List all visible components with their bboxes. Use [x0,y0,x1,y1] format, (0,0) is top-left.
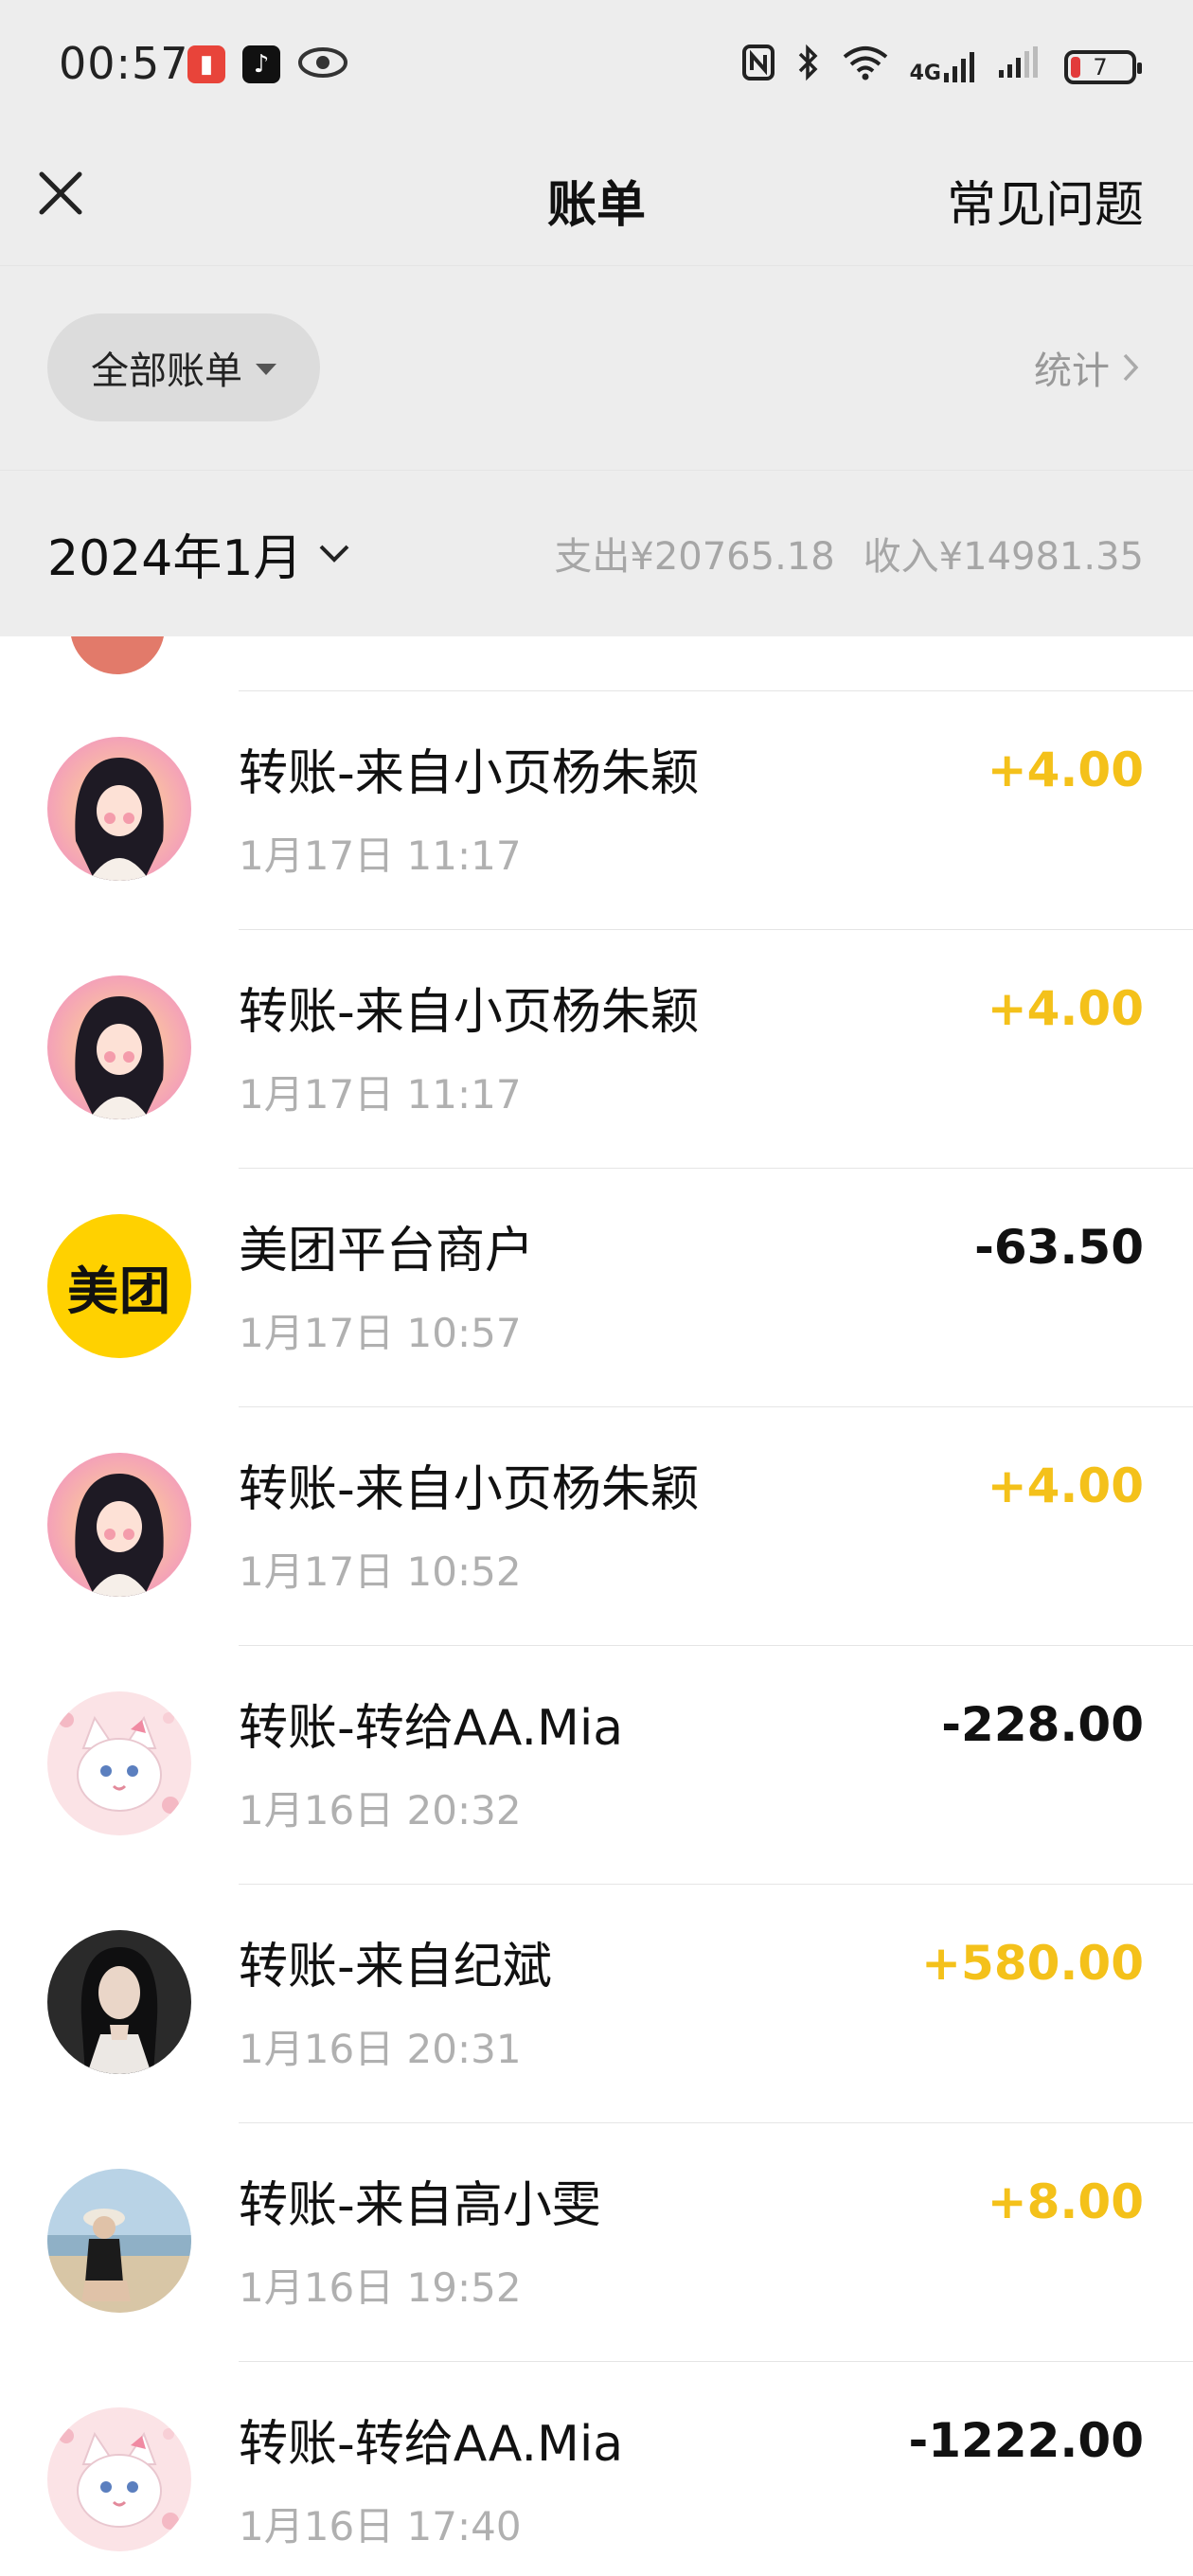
transaction-row[interactable]: 转账-转给AA.Mia 1月16日 20:32 -228.00 [0,1646,1193,1885]
transaction-title: 转账-转给AA.Mia [239,2416,624,2473]
transaction-time: 1月17日 10:52 [239,1548,522,1595]
filter-bar: 全部账单 统计 [0,265,1193,471]
notification-app-icon: ▮ [187,45,225,83]
transaction-row[interactable]: 转账-来自高小雯 1月16日 19:52 +8.00 [0,2123,1193,2362]
stats-label: 统计 [1034,349,1110,393]
transaction-amount: +4.00 [987,1458,1144,1513]
status-right-icons: 4G 7 [741,44,1142,90]
transaction-time: 1月16日 20:31 [239,2026,522,2072]
girl-illustration-avatar [47,737,191,881]
white-cat-avatar [47,1691,191,1835]
expense-total: 支出¥20765.18 [554,535,835,579]
transaction-amount: -228.00 [941,1697,1144,1752]
caret-down-icon [256,364,276,375]
transaction-title: 转账-转给AA.Mia [239,1700,624,1757]
bluetooth-icon [796,44,821,90]
month-picker[interactable]: 2024年1月 [47,518,351,589]
avatar [70,636,165,674]
beach-photo-avatar [47,2169,191,2313]
transaction-row[interactable]: 转账-来自纪斌 1月16日 20:31 +580.00 [0,1885,1193,2123]
transaction-row[interactable]: 转账-来自小页杨朱颖 1月17日 11:17 +4.00 [0,930,1193,1169]
transaction-amount: +4.00 [987,981,1144,1036]
transaction-row[interactable]: 转账-来自小页杨朱颖 1月17日 11:17 +4.00 [0,691,1193,930]
month-header: 2024年1月 支出¥20765.18 收入¥14981.35 [0,470,1193,637]
bill-type-label: 全部账单 [91,349,242,393]
bill-type-dropdown[interactable]: 全部账单 [47,313,320,421]
status-left-icons: ▮ ♪ [187,45,348,83]
transaction-amount: +8.00 [987,2174,1144,2229]
tiktok-icon: ♪ [242,45,280,83]
transaction-time: 1月16日 17:40 [239,2503,522,2549]
signal-2-icon [998,45,1043,88]
transaction-time: 1月16日 20:32 [239,1787,522,1834]
network-label: 4G [909,61,941,85]
transaction-title: 美团平台商户 [239,1223,535,1279]
chevron-down-icon [320,545,349,563]
eye-icon [297,46,348,82]
faq-button[interactable]: 常见问题 [947,165,1144,236]
status-bar: 00:57 ▮ ♪ 4G 7 [0,0,1193,133]
transaction-time: 1月16日 19:52 [239,2264,522,2311]
transaction-row[interactable]: 美团 美团平台商户 1月17日 10:57 -63.50 [0,1169,1193,1407]
transaction-time: 1月17日 10:57 [239,1310,522,1356]
chevron-right-icon [1123,353,1139,382]
transaction-title: 转账-来自高小雯 [239,2177,601,2234]
income-total: 收入¥14981.35 [863,535,1144,579]
battery-level: 7 [1093,53,1108,80]
transaction-list[interactable]: 转账-来自小页杨朱颖 1月17日 11:17 +4.00 转账-来自小页杨朱颖 … [0,636,1193,2576]
transaction-amount: -63.50 [974,1220,1144,1275]
battery-icon: 7 [1064,49,1142,84]
transaction-title: 转账-来自小页杨朱颖 [239,984,700,1041]
girl-illustration-avatar [47,975,191,1119]
stats-link[interactable]: 统计 [1034,340,1140,395]
transaction-amount: +580.00 [921,1936,1144,1991]
meituan-logo: 美团 [47,1214,191,1358]
transaction-amount: -1222.00 [908,2413,1145,2468]
girl-illustration-avatar [47,1453,191,1597]
transaction-row[interactable]: 转账-转给AA.Mia 1月16日 17:40 -1222.00 [0,2362,1193,2576]
nav-bar: 账单 常见问题 [0,133,1193,265]
list-item-partial [0,636,1193,691]
transaction-row[interactable]: 转账-来自小页杨朱颖 1月17日 10:52 +4.00 [0,1407,1193,1646]
nfc-icon [741,44,775,90]
month-summary: 支出¥20765.18 收入¥14981.35 [554,526,1144,581]
transaction-time: 1月17日 11:17 [239,1071,522,1118]
transaction-title: 转账-来自纪斌 [239,1939,552,1995]
white-cat-avatar [47,2407,191,2551]
portrait-photo-avatar [47,1930,191,2074]
transaction-title: 转账-来自小页杨朱颖 [239,1461,700,1518]
transaction-time: 1月17日 11:17 [239,832,522,879]
month-label: 2024年1月 [47,530,303,587]
cellular-signal-icon: 4G [910,50,977,84]
wifi-icon [842,45,889,89]
transaction-title: 转账-来自小页杨朱颖 [239,745,700,802]
transaction-amount: +4.00 [987,742,1144,797]
status-time: 00:57 [59,38,189,89]
